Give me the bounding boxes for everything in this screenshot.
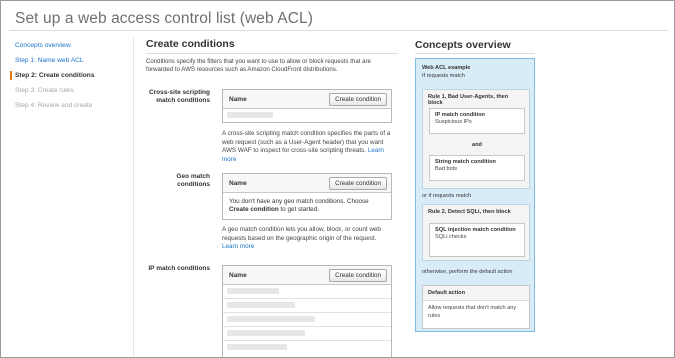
window-frame: Set up a web access control list (web AC… [0, 0, 675, 358]
table-row[interactable] [223, 341, 391, 355]
or-if-requests-match-text: or if requests match [422, 193, 472, 199]
section-heading: Create conditions [146, 38, 235, 50]
geo-name-column: Name [229, 180, 247, 187]
geo-empty-text-2: to get started. [278, 206, 319, 214]
geo-learn-more-link[interactable]: Learn more [222, 243, 254, 250]
default-action-text: Allow requests that don't match any rule… [428, 305, 517, 319]
geo-empty-message: You don't have any geo match conditions.… [223, 193, 391, 220]
ip-section-label: IP match conditions [148, 265, 210, 272]
sql-injection-condition-title: SQL injection match condition [435, 227, 516, 233]
table-row[interactable] [223, 299, 391, 313]
section-divider [146, 53, 398, 54]
geo-description: A geo match condition lets you allow, bl… [222, 226, 394, 252]
concepts-panel: Web ACL example If requests match Rule 1… [415, 58, 535, 332]
xss-description-text: A cross-site scripting match condition s… [222, 130, 391, 154]
rule-1-box: Rule 1, Bad User-Agents, then block IP m… [422, 89, 530, 189]
step-create-rules: Step 3: Create rules [15, 87, 74, 94]
concepts-divider [415, 53, 535, 54]
rule-1-title: Rule 1, Bad User-Agents, then block [428, 94, 509, 106]
sql-injection-condition-card: SQL injection match condition SQLi check… [429, 223, 525, 257]
geo-conditions-table: Name Create condition You don't have any… [222, 173, 392, 220]
xss-conditions-table: Name Create condition [222, 89, 392, 123]
table-row[interactable] [223, 313, 391, 327]
intro-text: Conditions specify the filters that you … [146, 58, 371, 74]
web-acl-example-title: Web ACL example [422, 65, 471, 71]
step-review-and-create: Step 4: Review and create [15, 102, 93, 109]
geo-empty-text-1: You don't have any geo match conditions.… [229, 198, 369, 205]
default-action-box: Default action Allow requests that don't… [422, 285, 530, 329]
rule-2-box: Rule 2, Detect SQLi, then block SQL inje… [422, 204, 530, 261]
if-requests-match-text: If requests match [422, 73, 465, 79]
redacted-name [227, 330, 305, 336]
xss-description: A cross-site scripting match condition s… [222, 130, 394, 164]
rule-2-title: Rule 2, Detect SQLi, then block [428, 209, 511, 215]
concepts-heading: Concepts overview [415, 39, 511, 51]
default-action-title: Default action [423, 286, 529, 301]
string-match-condition-card: String match condition Bad bots [429, 155, 525, 181]
xss-create-condition-button[interactable]: Create condition [329, 93, 387, 106]
table-row[interactable] [223, 109, 391, 121]
ip-match-condition-sub: Suspicious IPs [435, 119, 472, 125]
wizard-steps: Concepts overview Step 1: Name web ACL S… [10, 38, 125, 113]
redacted-name [227, 316, 315, 322]
redacted-name [227, 302, 295, 308]
otherwise-default-text: otherwise, perform the default action [422, 269, 513, 275]
nav-divider [133, 38, 134, 356]
main-heading-wrap: Create conditions [146, 38, 398, 50]
xss-name-column: Name [229, 96, 247, 103]
step-create-conditions: Step 2: Create conditions [10, 68, 125, 83]
table-row[interactable] [223, 285, 391, 299]
title-divider [9, 30, 668, 31]
geo-section-label: Geo match conditions [176, 173, 210, 189]
and-text: and [472, 142, 482, 148]
ip-table-header: Name Create condition [223, 266, 391, 285]
geo-table-header: Name Create condition [223, 174, 391, 193]
ip-conditions-table: Name Create condition [222, 265, 392, 357]
page-title: Set up a web access control list (web AC… [15, 10, 313, 27]
geo-description-text: A geo match condition lets you allow, bl… [222, 226, 381, 242]
redacted-name [227, 288, 279, 294]
ip-name-column: Name [229, 272, 247, 279]
redacted-name [227, 344, 287, 350]
xss-table-header: Name Create condition [223, 90, 391, 109]
step-name-web-acl[interactable]: Step 1: Name web ACL [15, 53, 125, 68]
string-match-condition-title: String match condition [435, 159, 496, 165]
geo-empty-action-text: Create condition [229, 206, 279, 214]
geo-create-condition-button[interactable]: Create condition [329, 177, 387, 190]
sql-injection-condition-sub: SQLi checks [435, 234, 467, 240]
ip-create-condition-button[interactable]: Create condition [329, 269, 387, 282]
redacted-name [227, 112, 273, 118]
xss-section-label: Cross-site scripting match conditions [148, 89, 210, 105]
string-match-condition-sub: Bad bots [435, 166, 458, 172]
ip-match-condition-card: IP match condition Suspicious IPs [429, 108, 525, 134]
ip-match-condition-title: IP match condition [435, 112, 485, 118]
table-row[interactable] [223, 327, 391, 341]
step-concepts-overview[interactable]: Concepts overview [15, 38, 125, 53]
